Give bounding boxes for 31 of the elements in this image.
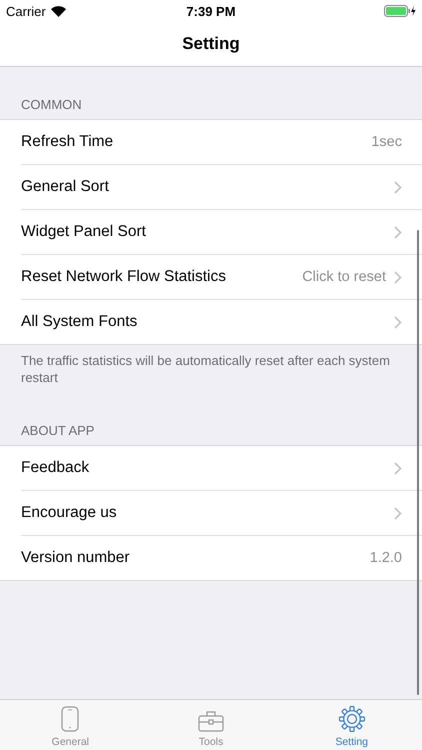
- row-label: Encourage us: [21, 504, 118, 522]
- battery-icon: [384, 5, 416, 17]
- row-label: Feedback: [21, 459, 90, 477]
- settings-row[interactable]: All System Fonts: [0, 300, 422, 344]
- section-header: ABOUT APP: [20, 422, 96, 440]
- settings-row[interactable]: Feedback: [0, 446, 422, 490]
- section-header: COMMON: [20, 96, 83, 114]
- settings-icon: [338, 706, 365, 732]
- page-title: Setting: [182, 34, 240, 54]
- settings-row[interactable]: Encourage us: [0, 491, 422, 535]
- tab-item[interactable]: Setting: [281, 700, 422, 750]
- wifi-icon: [50, 6, 66, 16]
- row-label: Version number: [21, 549, 131, 567]
- row-label: All System Fonts: [21, 313, 138, 331]
- row-value: 1sec: [371, 134, 402, 150]
- section-footer: The traffic statistics will be automatically reset after each system restart: [0, 345, 422, 393]
- settings-row[interactable]: Refresh Time 1sec: [0, 120, 422, 164]
- row-label: Widget Panel Sort: [21, 223, 147, 241]
- toolbox-icon: [198, 710, 224, 732]
- row-value: Click to reset: [302, 269, 386, 285]
- carrier-text: Carrier: [6, 4, 46, 18]
- row-label: Reset Network Flow Statistics: [21, 268, 227, 286]
- settings-row[interactable]: Reset Network Flow Statistics Click to reset: [0, 255, 422, 299]
- settings-row[interactable]: Version number 1.2.0: [0, 536, 422, 580]
- settings-row[interactable]: General Sort: [0, 165, 422, 209]
- phone-icon: [61, 706, 80, 732]
- settings-row[interactable]: Widget Panel Sort: [0, 210, 422, 254]
- clock-time: 7:39 PM: [186, 4, 236, 18]
- row-label: General Sort: [21, 178, 110, 196]
- row-label: Refresh Time: [21, 133, 114, 151]
- row-value: 1.2.0: [370, 550, 402, 566]
